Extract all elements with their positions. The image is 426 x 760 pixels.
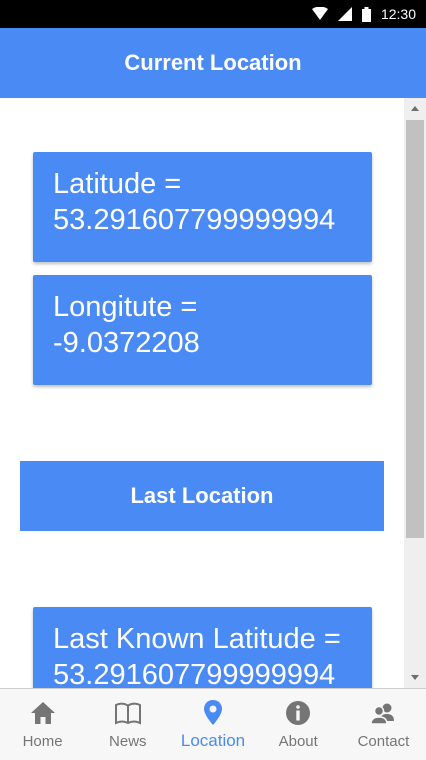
status-bar: 12:30 — [0, 0, 426, 28]
tab-location[interactable]: Location — [170, 689, 255, 760]
tab-about-label: About — [278, 733, 318, 750]
signal-icon — [337, 7, 352, 21]
scroll-thumb[interactable] — [406, 120, 424, 538]
wifi-icon — [311, 7, 328, 20]
home-icon — [30, 702, 55, 724]
tab-news[interactable]: News — [85, 689, 170, 760]
longitude-card: Longitute = -9.0372208 — [33, 275, 372, 385]
info-icon — [286, 701, 311, 725]
battery-icon — [361, 6, 371, 22]
scrollbar[interactable] — [404, 98, 426, 688]
longitude-value: -9.0372208 — [53, 327, 200, 359]
app-header: Current Location — [0, 28, 426, 98]
last-known-latitude-card: Last Known Latitude = 53.291607799999994 — [33, 607, 372, 688]
tab-home-label: Home — [22, 733, 63, 750]
location-pin-icon — [204, 700, 222, 725]
last-location-header: Last Location — [20, 461, 384, 531]
scroll-down-icon[interactable] — [404, 670, 426, 686]
last-known-latitude-value: 53.291607799999994 — [53, 659, 336, 688]
tab-contact-label: Contact — [357, 733, 410, 750]
contacts-icon — [370, 703, 395, 725]
tab-news-label: News — [109, 733, 147, 750]
last-known-latitude-label: Last Known Latitude = — [53, 623, 341, 655]
longitude-label: Longitute = — [53, 291, 198, 323]
book-icon — [114, 702, 141, 725]
scroll-up-icon[interactable] — [404, 100, 426, 116]
status-icons: 12:30 — [311, 0, 416, 28]
section-title: Last Location — [130, 483, 274, 508]
status-time: 12:30 — [380, 6, 416, 22]
tab-home[interactable]: Home — [0, 689, 85, 760]
content-scroll-area[interactable]: Latitude = 53.291607799999994 Longitute … — [0, 98, 404, 688]
bottom-tab-bar: Home News Location About Contact — [0, 688, 426, 760]
latitude-card: Latitude = 53.291607799999994 — [33, 152, 372, 262]
tab-location-label: Location — [180, 731, 246, 750]
page-title: Current Location — [124, 50, 302, 75]
latitude-value: 53.291607799999994 — [53, 204, 336, 236]
tab-about[interactable]: About — [256, 689, 341, 760]
latitude-label: Latitude = — [53, 168, 182, 200]
tab-contact[interactable]: Contact — [341, 689, 426, 760]
